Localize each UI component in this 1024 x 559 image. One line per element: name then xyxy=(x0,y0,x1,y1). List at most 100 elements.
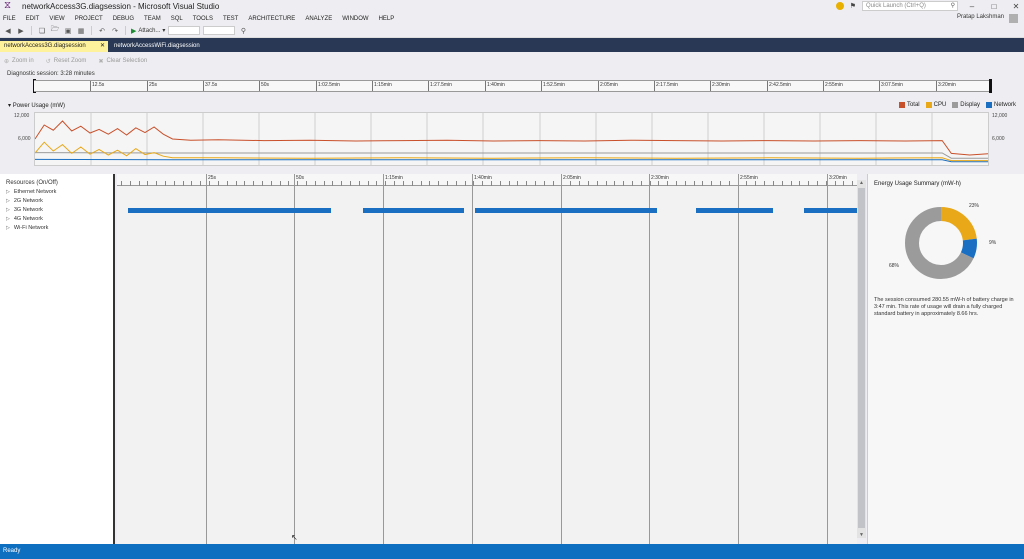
power-usage-header[interactable]: ▾ Power Usage (mW) xyxy=(8,102,65,109)
visual-studio-window: ⧖ networkAccess3G.diagsession - Microsof… xyxy=(0,0,1024,559)
timeline-minor-tick xyxy=(227,181,228,186)
menu-tools[interactable]: TOOLS xyxy=(193,16,213,22)
timeline-minor-tick xyxy=(702,181,703,186)
clear-selection-icon: ✖ xyxy=(98,58,104,65)
signed-in-user[interactable]: Pratap Lakshman xyxy=(957,14,1004,20)
legend-item-cpu[interactable]: CPU xyxy=(925,102,946,108)
mouse-pointer-icon: ↖ xyxy=(291,533,298,542)
menu-file[interactable]: FILE xyxy=(3,16,16,22)
reset-zoom-label: Reset Zoom xyxy=(53,58,87,64)
resource-item-wifi[interactable]: ▷ Wi-Fi Network xyxy=(6,225,48,231)
maximize-button[interactable]: □ xyxy=(986,2,1002,11)
timeline-minor-tick xyxy=(852,181,853,186)
minimize-button[interactable]: – xyxy=(964,2,980,11)
ruler-label: 50s xyxy=(261,82,270,88)
configuration-dropdown[interactable] xyxy=(168,26,201,35)
expand-icon[interactable]: ▷ xyxy=(6,225,10,231)
undo-icon[interactable]: ↶ xyxy=(97,27,107,35)
quick-launch-input[interactable]: Quick Launch (Ctrl+Q) ⚲ xyxy=(862,1,958,11)
collapse-triangle-icon: ▾ xyxy=(8,103,12,109)
expand-icon[interactable]: ▷ xyxy=(6,189,10,195)
network-on-segment[interactable] xyxy=(474,208,658,213)
resource-item-3g[interactable]: ▷ 3G Network xyxy=(6,207,43,213)
timeline-minor-tick xyxy=(782,181,783,186)
legend-item-total[interactable]: Total xyxy=(898,102,920,108)
vertical-scrollbar[interactable]: ▲ ▼ xyxy=(857,180,866,538)
expand-icon[interactable]: ▷ xyxy=(6,207,10,213)
timeline-minor-tick xyxy=(183,181,184,186)
reset-zoom-button[interactable]: ↺ Reset Zoom xyxy=(46,58,87,65)
open-file-icon[interactable]: 🗁 xyxy=(50,25,60,36)
menu-sql[interactable]: SQL xyxy=(171,16,183,22)
ruler-label: 2:42.5min xyxy=(769,82,791,88)
timeline-minor-tick xyxy=(799,181,800,186)
expand-icon[interactable]: ▷ xyxy=(6,216,10,222)
find-icon[interactable]: ⚲ xyxy=(238,27,248,35)
legend-item-display[interactable]: Display xyxy=(952,102,980,108)
notification-bulb-icon[interactable] xyxy=(835,2,844,10)
menu-project[interactable]: PROJECT xyxy=(75,16,103,22)
menu-window[interactable]: WINDOW xyxy=(342,16,368,22)
timeline-label: 1:40min xyxy=(474,175,492,181)
menu-debug[interactable]: DEBUG xyxy=(113,16,134,22)
legend-item-network[interactable]: Network xyxy=(985,102,1016,108)
redo-icon[interactable]: ↷ xyxy=(110,27,120,35)
menu-test[interactable]: TEST xyxy=(223,16,238,22)
scroll-down-icon[interactable]: ▼ xyxy=(857,532,866,538)
zoom-in-button[interactable]: ⊕ Zoom in xyxy=(4,58,34,65)
network-on-segment[interactable] xyxy=(695,208,773,213)
legend-swatch xyxy=(898,102,905,108)
ruler-right-handle[interactable] xyxy=(989,79,992,93)
resource-item-4g[interactable]: ▷ 4G Network xyxy=(6,216,43,222)
power-usage-chart[interactable] xyxy=(34,112,989,166)
attach-button[interactable]: ▶ Attach... ▾ xyxy=(131,27,165,35)
network-on-segment[interactable] xyxy=(127,208,331,213)
document-tab-well: networkAccess3G.diagsession ✕ networkAcc… xyxy=(0,38,1024,52)
timeline-minor-tick xyxy=(614,181,615,186)
platform-dropdown[interactable] xyxy=(203,26,236,35)
session-time-ruler[interactable]: 12.5s 25s 37.5s 50s 1:02.5min 1:15min 1:27.5mi… xyxy=(34,80,992,92)
menu-view[interactable]: VIEW xyxy=(49,16,64,22)
menu-help[interactable]: HELP xyxy=(379,16,395,22)
network-on-segment[interactable] xyxy=(362,208,465,213)
feedback-flag-icon[interactable]: ⚑ xyxy=(850,2,856,10)
quick-launch-placeholder: Quick Launch (Ctrl+Q) xyxy=(866,3,926,9)
timeline-minor-tick xyxy=(368,181,369,186)
close-tab-icon[interactable]: ✕ xyxy=(100,41,105,52)
expand-icon[interactable]: ▷ xyxy=(6,198,10,204)
energy-summary-text: The session consumed 280.55 mW-h of batt… xyxy=(874,297,1014,317)
menu-edit[interactable]: EDIT xyxy=(26,16,40,22)
clear-selection-button[interactable]: ✖ Clear Selection xyxy=(98,58,147,65)
back-icon[interactable]: ◀ xyxy=(3,27,13,35)
resource-item-2g[interactable]: ▷ 2G Network xyxy=(6,198,43,204)
timeline-minor-tick xyxy=(332,181,333,186)
scroll-up-icon[interactable]: ▲ xyxy=(857,180,866,186)
search-icon: ⚲ xyxy=(950,3,955,9)
forward-icon[interactable]: ▶ xyxy=(16,27,26,35)
timeline-minor-tick xyxy=(306,181,307,186)
tab-label: networkAccess3G.diagsession xyxy=(4,43,86,49)
timeline-minor-tick xyxy=(579,181,580,186)
ruler-label: 1:02.5min xyxy=(318,82,340,88)
new-project-icon[interactable]: ❏ xyxy=(37,27,47,35)
timeline-gridline xyxy=(561,174,562,544)
timeline-label: 25s xyxy=(208,175,217,181)
menu-analyze[interactable]: ANALYZE xyxy=(305,16,332,22)
menu-architecture[interactable]: ARCHITECTURE xyxy=(248,16,295,22)
tab-network-access-wifi[interactable]: networkAccessWiFi.diagsession xyxy=(110,41,220,52)
scrollbar-thumb[interactable] xyxy=(858,188,865,528)
close-button[interactable]: ✕ xyxy=(1008,2,1024,11)
user-avatar[interactable] xyxy=(1009,14,1018,23)
timeline-minor-tick xyxy=(720,181,721,186)
network-on-segment[interactable] xyxy=(804,208,857,213)
visual-studio-logo-icon: ⧖ xyxy=(4,0,12,11)
display-percent-label: 68% xyxy=(889,263,900,269)
ruler-label: 3:20min xyxy=(938,82,956,88)
power-usage-plot xyxy=(34,113,989,165)
save-icon[interactable]: ▣ xyxy=(63,27,73,35)
resource-item-ethernet[interactable]: ▷ Ethernet Network xyxy=(6,189,56,195)
menu-team[interactable]: TEAM xyxy=(144,16,161,22)
save-all-icon[interactable]: ▦ xyxy=(76,27,86,35)
tab-network-access-3g[interactable]: networkAccess3G.diagsession ✕ xyxy=(0,41,108,52)
resource-timeline[interactable]: 25s 50s 1:15min 1:40min 2:05min 2:30min 2:55mi… xyxy=(117,174,857,544)
